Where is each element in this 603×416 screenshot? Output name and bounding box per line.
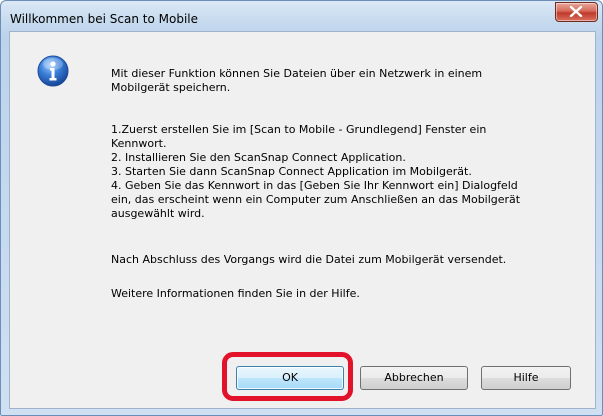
cancel-button[interactable]: Abbrechen: [360, 366, 468, 390]
close-button[interactable]: [555, 2, 598, 22]
info-icon: [37, 55, 69, 87]
close-icon: [569, 6, 583, 17]
steps-text: 1.Zuerst erstellen Sie im [Scan to Mobil…: [111, 123, 521, 220]
title-bar[interactable]: Willkommen bei Scan to Mobile: [1, 1, 602, 31]
result-text: Nach Abschluss des Vorgangs wird die Dat…: [111, 253, 507, 266]
help-button[interactable]: Hilfe: [481, 366, 571, 390]
intro-text: Mit dieser Funktion können Sie Dateien ü…: [111, 67, 483, 94]
help-hint-text: Weitere Informationen finden Sie in der …: [111, 287, 360, 300]
window-title: Willkommen bei Scan to Mobile: [10, 12, 199, 26]
ok-button[interactable]: OK: [236, 366, 344, 390]
